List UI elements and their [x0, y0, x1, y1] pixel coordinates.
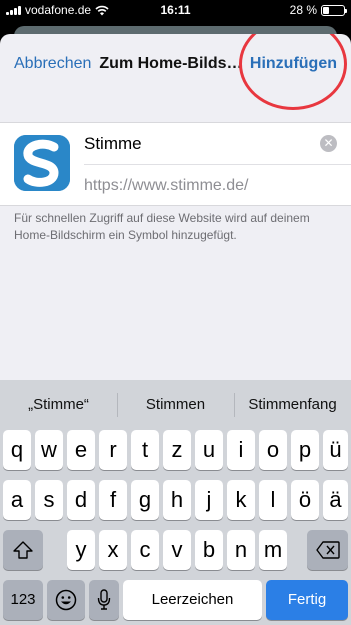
key[interactable]: f [99, 480, 127, 520]
key[interactable]: v [163, 530, 191, 570]
stimme-app-icon [14, 135, 70, 191]
suggestion-item[interactable]: Stimmen [117, 392, 234, 417]
key[interactable]: ä [323, 480, 348, 520]
carrier-name: vodafone.de [25, 3, 92, 17]
bookmark-card: ✕ https://www.stimme.de/ [0, 122, 351, 206]
numbers-key[interactable]: 123 [3, 580, 43, 620]
key[interactable]: j [195, 480, 223, 520]
page-title: Zum Home-Bilds… [99, 55, 243, 72]
nav-bar: Abbrechen Zum Home-Bilds… Hinzufügen [0, 34, 351, 94]
key[interactable]: q [3, 430, 31, 470]
key[interactable]: ö [291, 480, 319, 520]
battery-percent: 28 % [289, 3, 317, 17]
clear-icon[interactable]: ✕ [320, 135, 337, 152]
shift-key[interactable] [3, 530, 43, 570]
key[interactable]: k [227, 480, 255, 520]
done-key[interactable]: Fertig [266, 580, 348, 620]
suggestion-item[interactable]: Stimmenfang [234, 392, 351, 417]
cancel-button[interactable]: Abbrechen [14, 55, 91, 73]
key[interactable]: p [291, 430, 319, 470]
key[interactable]: c [131, 530, 159, 570]
key[interactable]: g [131, 480, 159, 520]
key[interactable]: x [99, 530, 127, 570]
dictation-key[interactable] [89, 580, 119, 620]
status-right: 28 % [195, 3, 347, 17]
key[interactable]: w [35, 430, 63, 470]
status-time: 16:11 [160, 3, 191, 17]
bookmark-url: https://www.stimme.de/ [84, 177, 249, 194]
key[interactable]: y [67, 530, 95, 570]
key[interactable]: d [67, 480, 95, 520]
status-bar: vodafone.de 16:11 28 % [0, 0, 351, 20]
key[interactable]: u [195, 430, 223, 470]
key[interactable]: a [3, 480, 31, 520]
hint-text: Für schnellen Zugriff auf diese Website … [14, 211, 310, 242]
signal-strength-icon [6, 5, 21, 15]
key[interactable]: t [131, 430, 159, 470]
key[interactable]: ü [323, 430, 348, 470]
bookmark-name-input[interactable] [84, 133, 304, 154]
name-row: ✕ [84, 123, 351, 165]
keyboard: „Stimme“ Stimmen Stimmenfang q w e r t z… [0, 380, 351, 625]
microphone-icon [97, 589, 111, 610]
status-left: vodafone.de [6, 3, 156, 17]
wifi-icon [95, 5, 109, 15]
delete-icon [315, 541, 340, 559]
key[interactable]: e [67, 430, 95, 470]
key[interactable]: n [227, 530, 255, 570]
key[interactable]: b [195, 530, 223, 570]
suggestion-item[interactable]: „Stimme“ [0, 396, 117, 413]
space-key[interactable]: Leerzeichen [123, 580, 262, 620]
url-row: https://www.stimme.de/ [84, 165, 351, 207]
key[interactable]: h [163, 480, 191, 520]
key[interactable]: s [35, 480, 63, 520]
delete-key[interactable] [307, 530, 348, 570]
key[interactable]: i [227, 430, 255, 470]
key[interactable]: m [259, 530, 287, 570]
battery-icon [321, 4, 347, 16]
key[interactable]: l [259, 480, 287, 520]
key[interactable]: o [259, 430, 287, 470]
key[interactable]: r [99, 430, 127, 470]
add-button[interactable]: Hinzufügen [250, 55, 337, 73]
stimme-logo-icon [14, 135, 70, 191]
battery-level [323, 6, 329, 14]
key[interactable]: z [163, 430, 191, 470]
emoji-key[interactable] [47, 580, 85, 620]
shift-icon [13, 541, 33, 559]
suggestion-bar: „Stimme“ Stimmen Stimmenfang [0, 380, 351, 428]
emoji-icon [55, 589, 77, 611]
